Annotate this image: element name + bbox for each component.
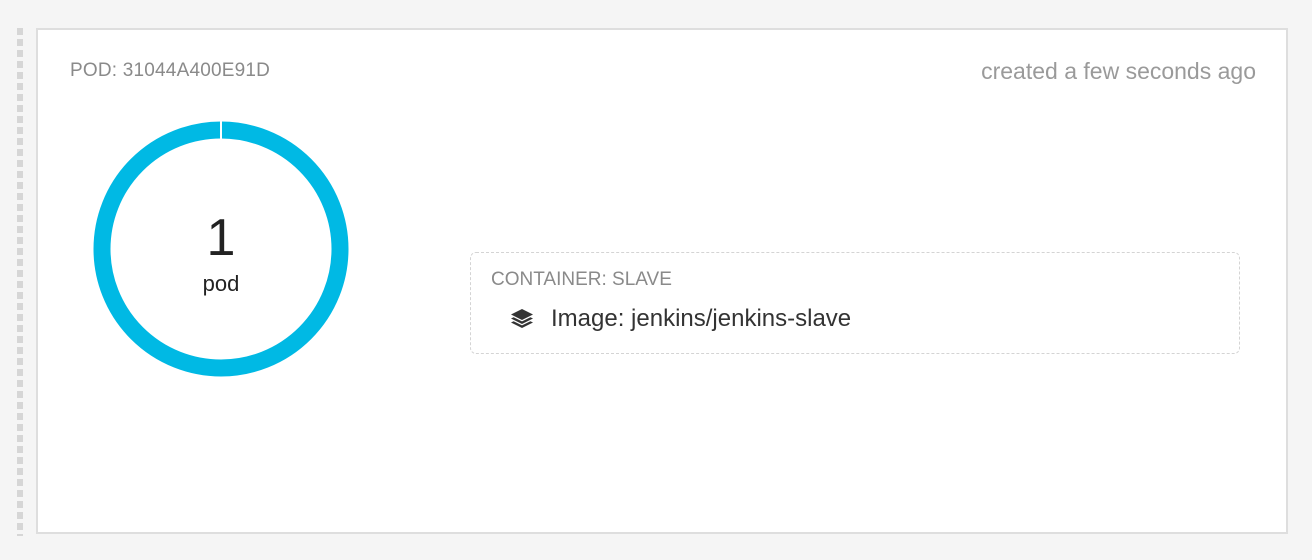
container-title: CONTAINER: SLAVE: [491, 269, 672, 290]
pod-title: POD: 31044A400E91D: [70, 60, 271, 81]
container-panel: CONTAINER: SLAVE Image: jenkins/jenkins-…: [470, 252, 1240, 354]
pod-donut-chart: 1 pod: [90, 118, 352, 380]
pod-count: 1: [206, 209, 236, 267]
pod-card: POD: 31044A400E91D created a few seconds…: [36, 28, 1288, 534]
container-image-label: Image: jenkins/jenkins-slave: [551, 305, 852, 332]
created-timestamp: created a few seconds ago: [981, 58, 1256, 84]
container-image-row: Image: jenkins/jenkins-slave: [509, 305, 851, 333]
layers-icon: [509, 306, 535, 332]
pod-count-label: pod: [202, 271, 240, 296]
drag-rail: [17, 28, 23, 536]
